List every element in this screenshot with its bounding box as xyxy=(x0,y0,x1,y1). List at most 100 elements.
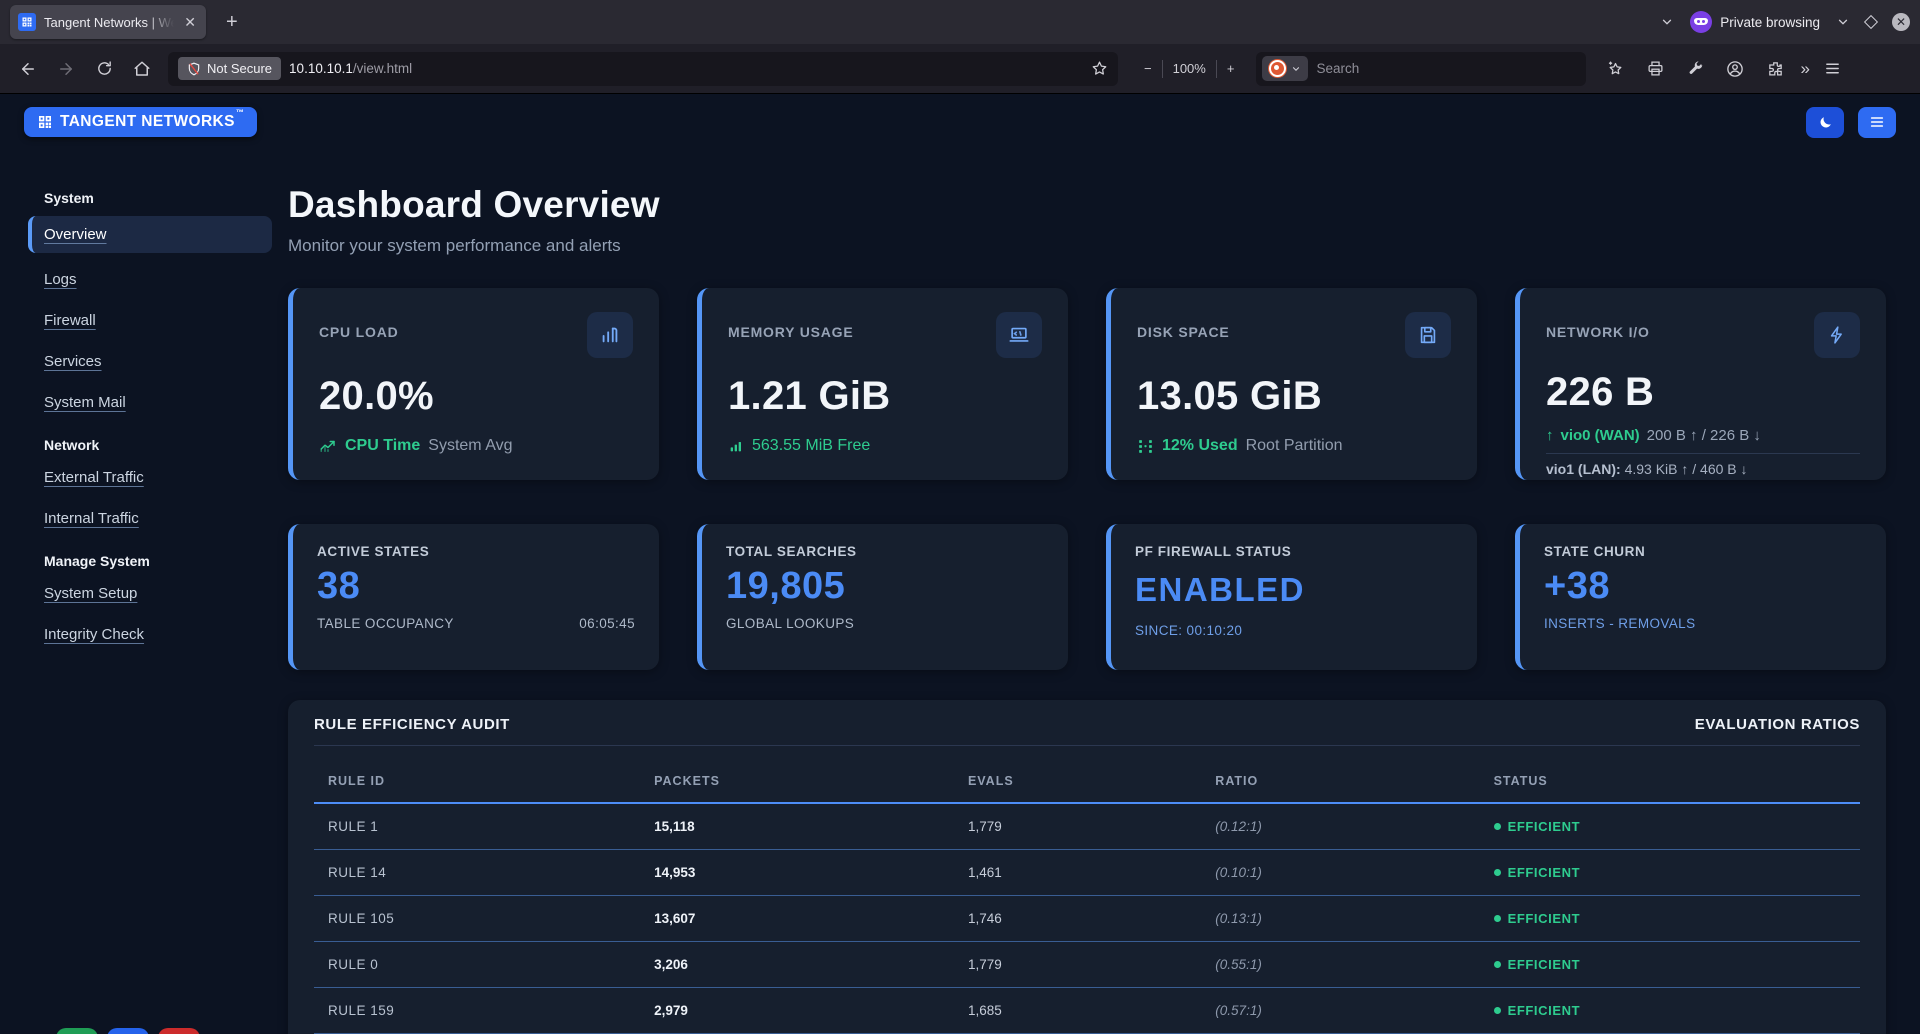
sidebar-item-external-traffic[interactable]: External Traffic xyxy=(44,469,268,486)
cpu-load-value: 20.0% xyxy=(319,374,633,419)
evals: 1,779 xyxy=(968,957,1215,972)
page-title: Dashboard Overview xyxy=(288,184,1886,226)
zoom-out-icon[interactable]: − xyxy=(1134,57,1162,80)
network-io-card: NETWORK I/O 226 B ↑ vio0 (WAN) 200 B ↑ /… xyxy=(1515,288,1886,480)
ratio: (0.57:1) xyxy=(1215,1003,1493,1018)
inserts-removals-label: INSERTS - REMOVALS xyxy=(1544,616,1695,631)
mini-label: PF FIREWALL STATUS xyxy=(1135,544,1453,559)
list-tabs-chevron-icon[interactable] xyxy=(1660,15,1674,29)
evals: 1,746 xyxy=(968,911,1215,926)
hamburger-icon xyxy=(1869,114,1885,130)
col-ratio: RATIO xyxy=(1215,774,1493,788)
not-secure-label: Not Secure xyxy=(207,61,272,76)
rule-id: RULE 1 xyxy=(314,819,654,834)
logout-button[interactable] xyxy=(56,1028,98,1034)
sidebar-item-integrity-check[interactable]: Integrity Check xyxy=(44,626,268,643)
network-io-value: 226 B xyxy=(1546,370,1860,415)
evals: 1,685 xyxy=(968,1003,1215,1018)
rule-id: RULE 14 xyxy=(314,865,654,880)
account-icon[interactable] xyxy=(1720,53,1750,85)
refresh-button[interactable] xyxy=(107,1028,149,1034)
brand-badge[interactable]: TANGENT NETWORKS™ xyxy=(24,107,257,137)
private-mask-icon xyxy=(1690,11,1712,33)
sidebar-item-system-setup[interactable]: System Setup xyxy=(44,585,268,602)
new-tab-button[interactable]: + xyxy=(218,9,246,36)
sidebar-item-system-mail[interactable]: System Mail xyxy=(44,394,268,411)
extensions-icon[interactable] xyxy=(1760,53,1790,85)
reload-icon[interactable] xyxy=(88,53,120,85)
sidebar-item-logs[interactable]: Logs xyxy=(44,271,268,288)
lan-line: vio1 (LAN): 4.93 KiB ↑ / 460 B ↓ xyxy=(1546,461,1860,477)
mini-label: STATE CHURN xyxy=(1544,544,1862,559)
mini-label: ACTIVE STATES xyxy=(317,544,635,559)
table-row: RULE 159 2,979 1,685 (0.57:1) EFFICIENT xyxy=(314,988,1860,1034)
sidebar-item-overview[interactable]: Overview xyxy=(28,216,272,253)
rule-id: RULE 105 xyxy=(314,911,654,926)
table-row: RULE 1 15,118 1,779 (0.12:1) EFFICIENT xyxy=(314,804,1860,850)
tools-wrench-icon[interactable] xyxy=(1680,53,1710,85)
global-lookups-label: GLOBAL LOOKUPS xyxy=(726,616,854,631)
sidebar-item-internal-traffic[interactable]: Internal Traffic xyxy=(44,510,268,527)
app-header: TANGENT NETWORKS™ xyxy=(0,94,1920,140)
laptop-icon xyxy=(996,312,1042,358)
browser-tab[interactable]: Tangent Networks | Web in ✕ xyxy=(10,5,206,39)
state-churn-value: +38 xyxy=(1544,565,1862,608)
zoom-level[interactable]: 100% xyxy=(1163,57,1216,80)
panel-title: RULE EFFICIENCY AUDIT xyxy=(314,716,510,733)
url-text: 10.10.10.1/view.html xyxy=(289,61,1083,76)
cpu-note: System Avg xyxy=(428,437,512,455)
zoom-in-icon[interactable]: + xyxy=(1217,57,1245,80)
sidebar-item-firewall[interactable]: Firewall xyxy=(44,312,268,329)
memory-free-label: 563.55 MiB Free xyxy=(752,437,870,455)
brand-name: TANGENT NETWORKS xyxy=(60,113,235,130)
wan-arrow: ↑ xyxy=(1546,427,1554,444)
bookmarks-sparkle-icon[interactable] xyxy=(1600,53,1630,85)
cpu-load-card: CPU LOAD 20.0% CPU Time System Avg xyxy=(288,288,659,480)
forward-icon[interactable] xyxy=(50,53,82,85)
maximize-icon[interactable] xyxy=(1864,15,1878,29)
search-input[interactable] xyxy=(1316,61,1580,76)
url-bar[interactable]: Not Secure 10.10.10.1/view.html xyxy=(168,52,1118,86)
total-searches-card: TOTAL SEARCHES 19,805 GLOBAL LOOKUPS xyxy=(697,524,1068,670)
tab-close-icon[interactable]: ✕ xyxy=(182,14,198,31)
qr-logo-icon xyxy=(37,114,53,130)
app-nav-menu-button[interactable] xyxy=(1858,107,1896,138)
zoom-controls: − 100% + xyxy=(1134,57,1244,80)
power-button[interactable] xyxy=(158,1028,200,1034)
wan-label: vio0 (WAN) xyxy=(1561,427,1640,444)
app-menu-icon[interactable] xyxy=(1818,53,1848,85)
firewall-status-value: ENABLED xyxy=(1135,571,1453,609)
window-close-icon[interactable]: ✕ xyxy=(1892,13,1910,31)
print-icon[interactable] xyxy=(1640,53,1670,85)
search-engine-chip[interactable] xyxy=(1262,56,1308,81)
disk-used-label: 12% Used xyxy=(1162,437,1238,455)
status-badge: EFFICIENT xyxy=(1494,957,1860,972)
cpu-time-label: CPU Time xyxy=(345,437,420,455)
panel-right-label: EVALUATION RATIOS xyxy=(1695,716,1860,733)
status-dot-icon xyxy=(1494,915,1501,922)
pf-firewall-status-card: PF FIREWALL STATUS ENABLED SINCE: 00:10:… xyxy=(1106,524,1477,670)
search-bar[interactable] xyxy=(1256,52,1586,86)
packets: 3,206 xyxy=(654,957,968,972)
dark-mode-toggle[interactable] xyxy=(1806,107,1844,138)
col-status: STATUS xyxy=(1494,774,1860,788)
overflow-icon[interactable]: » xyxy=(1800,59,1807,79)
table-header-row: RULE ID PACKETS EVALS RATIO STATUS xyxy=(314,746,1860,804)
back-icon[interactable] xyxy=(12,53,44,85)
evals: 1,461 xyxy=(968,865,1215,880)
table-row: RULE 105 13,607 1,746 (0.13:1) EFFICIENT xyxy=(314,896,1860,942)
bolt-icon xyxy=(1814,312,1860,358)
status-dot-icon xyxy=(1494,869,1501,876)
bookmark-star-icon[interactable] xyxy=(1091,60,1108,77)
divider xyxy=(1546,453,1860,454)
not-secure-chip[interactable]: Not Secure xyxy=(178,57,281,80)
sidebar-item-services[interactable]: Services xyxy=(44,353,268,370)
home-icon[interactable] xyxy=(126,53,158,85)
memory-usage-card: MEMORY USAGE 1.21 GiB 563.55 MiB Free xyxy=(697,288,1068,480)
firewall-since-label: SINCE: 00:10:20 xyxy=(1135,623,1242,638)
search-engine-icon xyxy=(1269,60,1286,77)
total-searches-value: 19,805 xyxy=(726,565,1044,608)
minimize-chevron-icon[interactable] xyxy=(1836,15,1850,29)
status-dot-icon xyxy=(1494,961,1501,968)
table-row: RULE 0 3,206 1,779 (0.55:1) EFFICIENT xyxy=(314,942,1860,988)
